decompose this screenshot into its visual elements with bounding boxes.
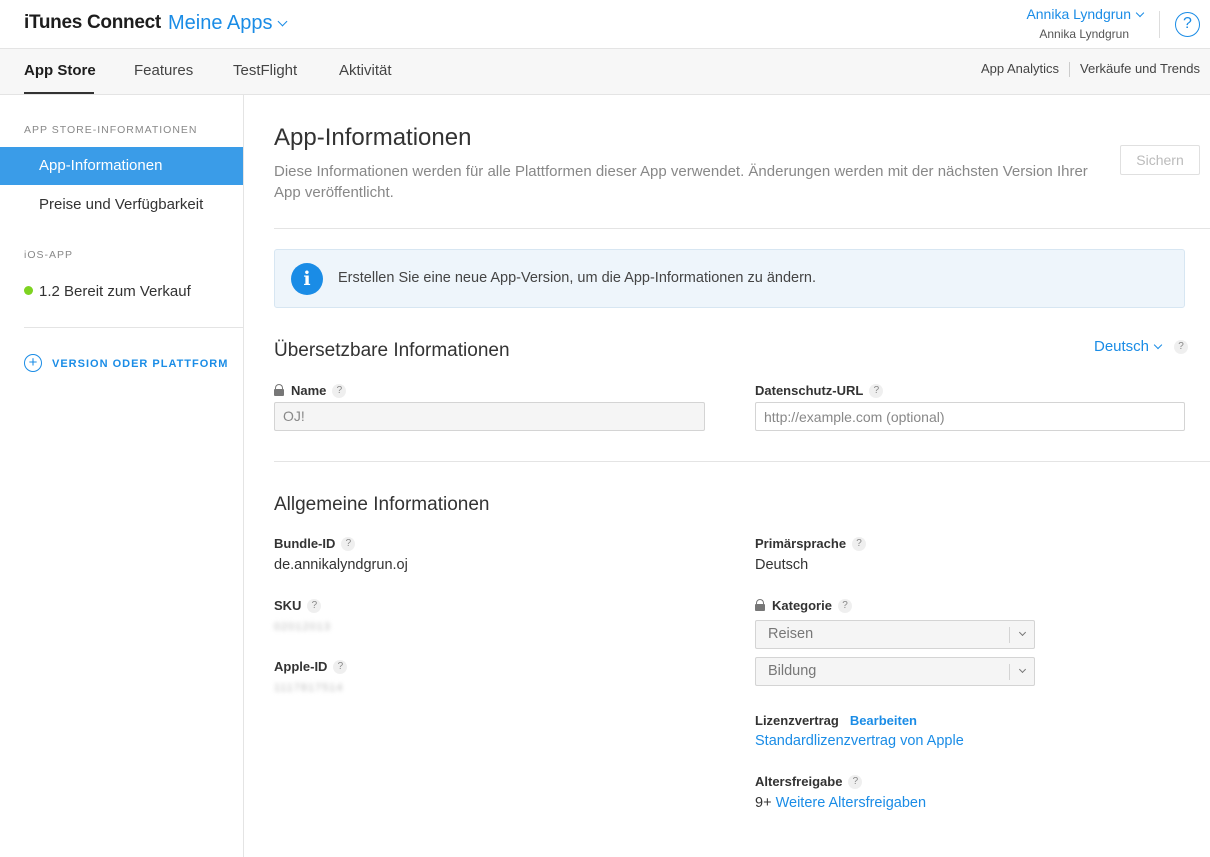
general-section-title: Allgemeine Informationen [274,494,490,515]
sidebar: APP STORE-INFORMATIONEN App-Informatione… [0,95,244,857]
active-tab-indicator [24,92,94,94]
help-icon[interactable]: ? [341,536,356,551]
apple-id-value: 1117817514 [274,682,344,694]
apple-id-label: Apple-ID? [274,659,348,675]
name-label-text: Name [291,383,327,398]
translatable-section-title: Übersetzbare Informationen [274,340,510,361]
nav-divider [1069,62,1071,78]
info-icon: i [291,263,323,295]
secondary-category-value: Bildung [768,663,817,679]
status-dot-icon [24,286,33,295]
section-nav: App Store Features TestFlight Aktivität … [0,49,1210,95]
my-apps-label: Meine Apps [168,12,273,34]
age-rating-label-text: Altersfreigabe [755,774,843,789]
privacy-url-label: Datenschutz-URL? [755,383,884,399]
sidebar-heading-store: APP STORE-INFORMATIONEN [24,124,198,136]
info-banner: i Erstellen Sie eine neue App-Version, u… [274,249,1185,308]
sku-label-text: SKU [274,598,302,613]
more-age-ratings-link[interactable]: Weitere Altersfreigaben [776,795,926,811]
chevron-down-icon [1153,340,1163,350]
bundle-id-value: de.annikalyndgrun.oj [274,557,408,573]
help-icon[interactable]: ? [307,598,322,613]
chevron-down-icon [1018,628,1027,637]
primary-language-label-text: Primärsprache [755,536,847,551]
tab-app-store[interactable]: App Store [24,62,96,79]
lock-icon [755,598,765,611]
my-apps-menu[interactable]: Meine Apps [168,12,287,35]
section-divider [274,461,1210,462]
sidebar-divider [24,327,243,328]
language-help-icon[interactable]: ? [1174,340,1188,354]
page-description: Diese Informationen werden für alle Plat… [274,163,1088,201]
chevron-down-icon [1135,8,1145,18]
primary-language-label: Primärsprache? [755,536,867,552]
privacy-url-label-text: Datenschutz-URL [755,383,864,398]
page-title: App-Informationen [274,124,472,151]
name-label: Name? [274,383,347,399]
age-rating-row: 9+ Weitere Altersfreigaben [755,795,926,811]
help-icon[interactable]: ? [837,598,852,613]
apple-id-label-text: Apple-ID [274,659,328,674]
add-version-button[interactable]: + VERSION ODER PLATTFORM [24,354,229,373]
help-icon[interactable]: ? [852,536,867,551]
plus-circle-icon: + [24,354,42,372]
age-rating-label: Altersfreigabe? [755,774,863,790]
primary-category-select: Reisen [755,620,1035,649]
brand-logo[interactable]: iTunes Connect [24,12,161,34]
version-label: 1.2 Bereit zum Verkauf [39,283,191,300]
primary-language-value: Deutsch [755,557,809,573]
sidebar-item-app-info[interactable]: App-Informationen [0,147,243,185]
license-label: Lizenzvertrag Bearbeiten [755,713,917,728]
info-text: Erstellen Sie eine neue App-Version, um … [338,270,816,286]
name-field: OJ! [274,402,705,431]
sidebar-heading-ios: iOS-APP [24,249,74,261]
age-rating-value: 9+ [755,795,772,811]
help-icon[interactable]: ? [332,383,347,398]
secondary-category-select: Bildung [755,657,1035,686]
chevron-down-icon [277,16,287,27]
analytics-links: App Analytics Verkäufe und Trends [981,61,1200,78]
sidebar-item-pricing[interactable]: Preise und Verfügbarkeit [0,186,243,224]
language-label: Deutsch [1094,338,1150,355]
tab-features[interactable]: Features [134,62,193,79]
license-link[interactable]: Standardlizenzvertrag von Apple [755,733,964,749]
bundle-id-label: Bundle-ID? [274,536,356,552]
edit-license-link[interactable]: Bearbeiten [850,713,917,728]
app-analytics-link[interactable]: App Analytics [981,61,1059,76]
category-label-text: Kategorie [772,598,832,613]
title-divider [274,228,1210,229]
lock-icon [274,383,284,396]
help-icon[interactable]: ? [869,383,884,398]
select-divider [1009,664,1010,680]
help-icon[interactable]: ? [333,659,348,674]
add-version-label: VERSION ODER PLATTFORM [52,357,229,370]
user-menu[interactable]: Annika Lyndgrun [1026,6,1145,22]
bundle-id-label-text: Bundle-ID [274,536,336,551]
license-label-text: Lizenzvertrag [755,713,839,728]
primary-category-value: Reisen [768,626,814,642]
category-label: Kategorie? [755,598,852,614]
chevron-down-icon [1018,665,1027,674]
sku-label: SKU? [274,598,322,614]
save-button[interactable]: Sichern [1120,145,1200,175]
tab-testflight[interactable]: TestFlight [233,62,297,79]
privacy-url-input[interactable] [755,402,1185,431]
header-divider [1159,11,1160,38]
sidebar-item-version[interactable]: 1.2 Bereit zum Verkauf [0,273,243,311]
help-icon[interactable]: ? [848,774,863,789]
sku-value: 02012013 [274,621,331,633]
top-header: iTunes Connect Meine Apps Annika Lyndgru… [0,0,1210,49]
tab-activity[interactable]: Aktivität [339,62,392,79]
user-name: Annika Lyndgrun [1026,6,1131,22]
user-team-name: Annika Lyndgrun [1039,27,1129,41]
help-icon[interactable]: ? [1175,12,1200,37]
language-selector[interactable]: Deutsch [1094,338,1163,355]
sales-trends-link[interactable]: Verkäufe und Trends [1080,61,1200,76]
select-divider [1009,627,1010,643]
